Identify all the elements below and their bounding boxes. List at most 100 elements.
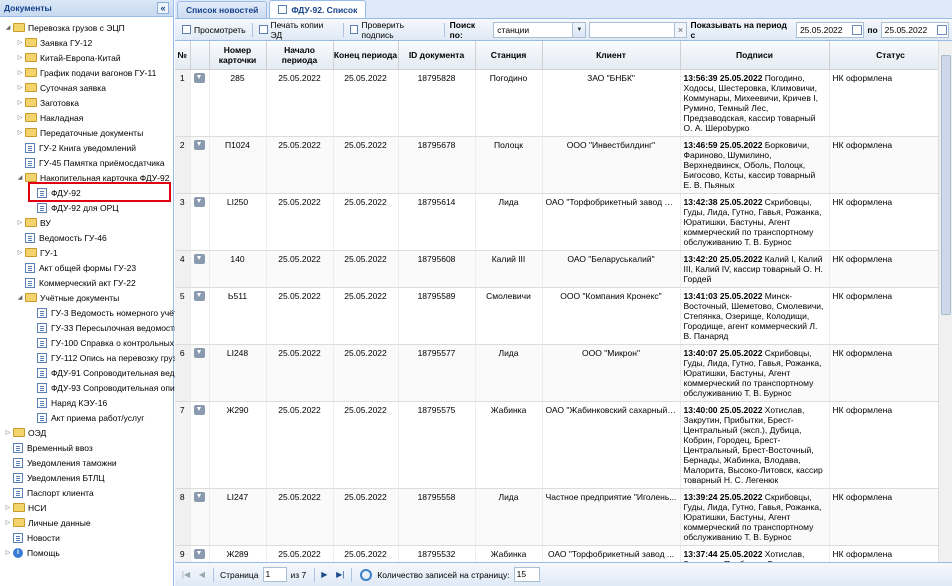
refresh-icon[interactable]	[360, 568, 373, 581]
download-icon[interactable]	[194, 290, 205, 301]
table-row[interactable]: 1 285 25.05.2022 25.05.2022 18795828 Погодино…	[175, 69, 952, 137]
expand-toggle-icon[interactable]: ◢	[16, 174, 24, 181]
calendar-icon[interactable]	[937, 24, 947, 35]
tree-item[interactable]: ▷ График подачи вагонов ГУ-11	[16, 65, 188, 80]
table-row[interactable]: 6 LI248 25.05.2022 25.05.2022 18795577 Лида ОО…	[175, 344, 952, 402]
tree-item[interactable]: ▷ ВУ	[16, 215, 188, 230]
tree-item[interactable]: ◢ Перевозка грузов с ЭЦП	[4, 20, 176, 35]
expand-toggle-icon[interactable]: ▷	[16, 84, 24, 91]
print-copy-button[interactable]: Печать копии ЭД	[255, 19, 341, 40]
expand-toggle-icon[interactable]: ◢	[4, 24, 12, 31]
tree-item[interactable]: Коммерческий акт ГУ-22	[16, 275, 188, 290]
tree-item[interactable]: ▷ ГУ-1	[16, 245, 188, 260]
download-icon[interactable]	[194, 139, 205, 150]
expand-toggle-icon[interactable]: ▷	[16, 219, 24, 226]
tree-item[interactable]: ▷ Заготовка	[16, 95, 188, 110]
expand-toggle-icon[interactable]: ▷	[4, 519, 12, 526]
tree-item[interactable]: Временный ввоз	[4, 440, 176, 455]
search-field-select[interactable]: станции ▼	[493, 21, 587, 38]
table-row[interactable]: 3 LI250 25.05.2022 25.05.2022 18795614 Лида ОА…	[175, 193, 952, 251]
print-button-label: Печать копии ЭД	[270, 19, 324, 40]
tree-item[interactable]: ГУ-45 Памятка приёмосдатчика	[16, 155, 188, 170]
last-page-icon[interactable]: ▶|	[333, 568, 347, 582]
tree-item[interactable]: Акт общей формы ГУ-23	[16, 260, 188, 275]
download-icon[interactable]	[194, 196, 205, 207]
calendar-icon[interactable]	[852, 24, 863, 35]
download-icon[interactable]	[194, 404, 205, 415]
tree-item[interactable]: ▷ Передаточные документы	[16, 125, 188, 140]
table-row[interactable]: 8 LI247 25.05.2022 25.05.2022 18795558 Лида Ча…	[175, 488, 952, 546]
expand-toggle-icon[interactable]: ▷	[16, 99, 24, 106]
search-input[interactable]	[589, 21, 675, 38]
expand-toggle-icon[interactable]: ▷	[4, 549, 12, 556]
clear-search-button[interactable]: ×	[673, 21, 688, 38]
column-header[interactable]: Конец периода	[333, 41, 399, 70]
collapse-panel-button[interactable]: «	[157, 2, 169, 14]
check-signature-button[interactable]: Проверить подпись	[346, 20, 442, 40]
expand-toggle-icon[interactable]: ▷	[16, 69, 24, 76]
tree-item[interactable]: Паспорт клиента	[4, 485, 176, 500]
column-header[interactable]: Клиент	[542, 41, 681, 70]
column-header[interactable]: Номер карточки	[209, 41, 267, 70]
tree-item[interactable]: ▷ Личные данные	[4, 515, 176, 530]
tree-item[interactable]: ▷ НСИ	[4, 500, 176, 515]
column-header[interactable]: №	[175, 41, 191, 70]
scrollbar-thumb[interactable]	[941, 55, 951, 315]
table-row[interactable]: 7 Ж290 25.05.2022 25.05.2022 18795575 Жабинка…	[175, 401, 952, 489]
column-header[interactable]: Станция	[475, 41, 543, 70]
view-button[interactable]: Просмотреть	[178, 21, 250, 39]
table-row[interactable]: 2 П1024 25.05.2022 25.05.2022 18795678 Полоцк…	[175, 136, 952, 194]
status-cell: НК оформлена	[829, 136, 952, 194]
tree-item[interactable]: Уведомления таможни	[4, 455, 176, 470]
column-header[interactable]: Подписи	[680, 41, 830, 70]
document-id-cell: 18795558	[398, 488, 476, 546]
grid-scrollbar[interactable]	[938, 41, 952, 562]
download-icon[interactable]	[194, 253, 205, 264]
folder-icon	[25, 53, 37, 62]
page-input[interactable]: 1	[262, 567, 287, 582]
column-header[interactable]: ID документа	[398, 41, 476, 70]
tree-item[interactable]: ГУ-2 Книга уведомлений	[16, 140, 188, 155]
expand-toggle-icon[interactable]: ▷	[16, 54, 24, 61]
expand-toggle-icon[interactable]: ▷	[4, 504, 12, 511]
download-icon[interactable]	[194, 347, 205, 358]
prev-page-icon[interactable]: ◀	[195, 568, 209, 582]
table-row[interactable]: 4 140 25.05.2022 25.05.2022 18795608 Калий II…	[175, 250, 952, 288]
tab-news-list[interactable]: Список новостей	[177, 1, 268, 18]
tree-item[interactable]: ◢ Накопительная карточка ФДУ-92	[16, 170, 188, 185]
tree-item[interactable]: ◢ Учётные документы	[16, 290, 188, 305]
expand-toggle-icon[interactable]: ▷	[16, 39, 24, 46]
expand-toggle-icon[interactable]: ◢	[16, 294, 24, 301]
expand-toggle-icon[interactable]: ▷	[16, 114, 24, 121]
search-field-value: станции	[497, 24, 530, 35]
download-icon[interactable]	[194, 491, 205, 502]
document-icon	[37, 202, 47, 213]
download-icon[interactable]	[194, 72, 205, 83]
table-row[interactable]: 5 Ь511 25.05.2022 25.05.2022 18795589 Смолеви…	[175, 287, 952, 345]
tree-item[interactable]: Ведомость ГУ-46	[16, 230, 188, 245]
expand-toggle-icon[interactable]: ▷	[16, 249, 24, 256]
tree-item[interactable]: ▷ i Помощь	[4, 545, 176, 560]
table-row[interactable]: 9 Ж289 25.05.2022 25.05.2022 18795532 Жабинка…	[175, 545, 952, 562]
tree-item[interactable]: ▷ Суточная заявка	[16, 80, 188, 95]
tree-item[interactable]: Уведомления БТЛЦ	[4, 470, 176, 485]
tree-item[interactable]: ▷ ОЭД	[4, 425, 176, 440]
tab-fdu92-list[interactable]: ФДУ-92. Список	[269, 0, 367, 18]
date-to-field[interactable]: 25.05.2022	[880, 21, 949, 38]
per-page-input[interactable]: 15	[513, 567, 540, 582]
column-header[interactable]	[190, 41, 210, 70]
period-label: Показывать на период с	[690, 19, 787, 40]
tree-item[interactable]: ▷ Китай-Европа-Китай	[16, 50, 188, 65]
next-page-icon[interactable]: ▶	[317, 568, 331, 582]
column-header[interactable]: Статус	[829, 41, 952, 70]
tree-item[interactable]: Новости	[4, 530, 176, 545]
first-page-icon[interactable]: |◀	[179, 568, 193, 582]
download-icon[interactable]	[194, 548, 205, 559]
chevron-down-icon[interactable]: ▼	[572, 22, 586, 37]
tree-item[interactable]: ▷ Заявка ГУ-12	[16, 35, 188, 50]
column-header[interactable]: Начало периода	[266, 41, 334, 70]
date-from-field[interactable]: 25.05.2022	[795, 21, 865, 38]
expand-toggle-icon[interactable]: ▷	[4, 429, 12, 436]
expand-toggle-icon[interactable]: ▷	[16, 129, 24, 136]
tree-item[interactable]: ▷ Накладная	[16, 110, 188, 125]
